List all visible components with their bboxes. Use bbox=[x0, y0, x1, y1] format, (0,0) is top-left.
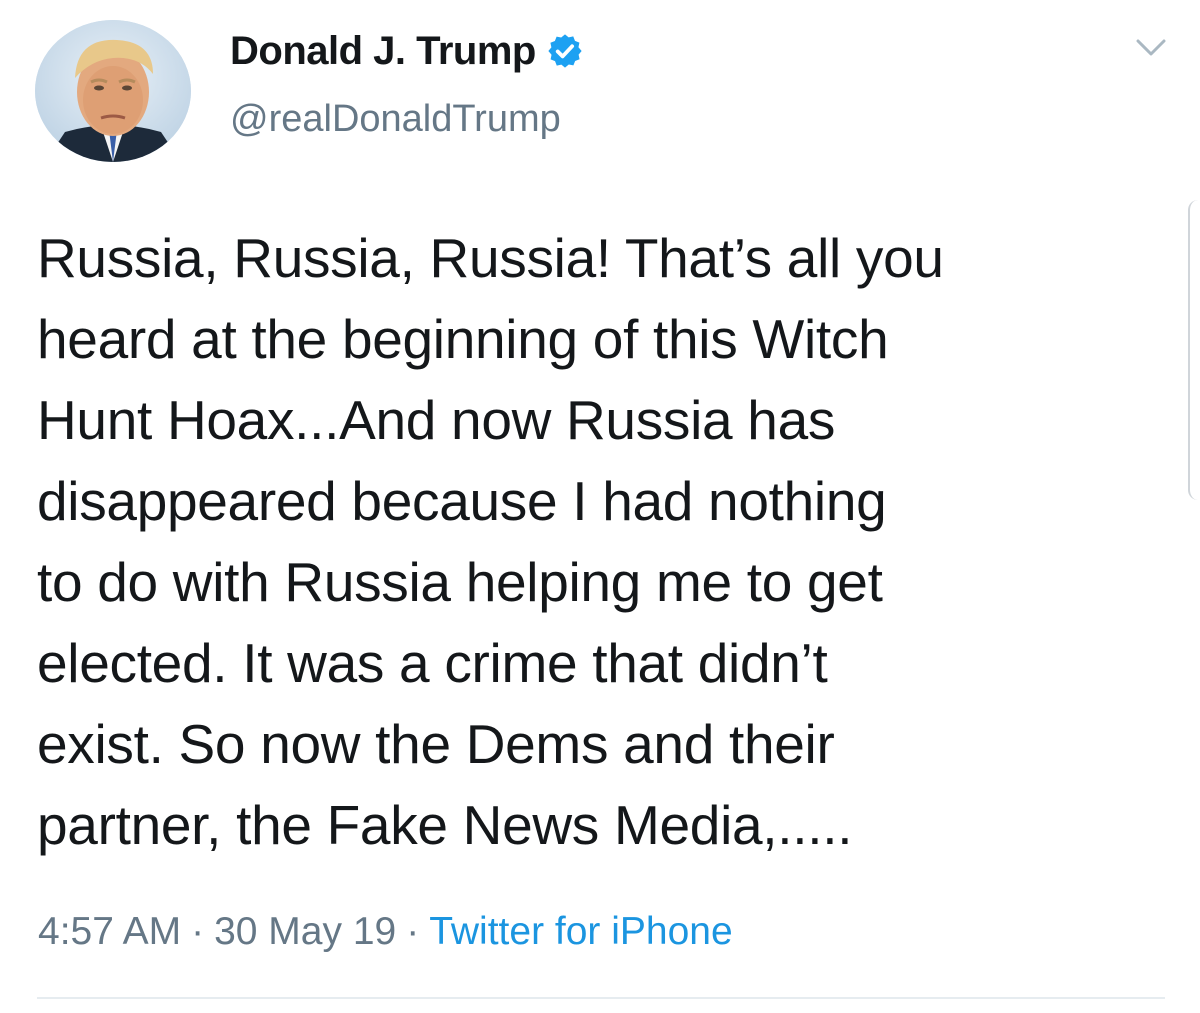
scrollbar[interactable] bbox=[1188, 200, 1200, 500]
meta-separator: · bbox=[191, 910, 205, 953]
profile-photo-icon bbox=[35, 20, 191, 162]
tweet-source-link[interactable]: Twitter for iPhone bbox=[429, 910, 732, 953]
display-name[interactable]: Donald J. Trump bbox=[230, 29, 536, 74]
avatar[interactable] bbox=[35, 20, 191, 162]
tweet-meta: 4:57 AM · 30 May 19 · Twitter for iPhone bbox=[38, 910, 733, 954]
meta-separator: · bbox=[406, 910, 420, 953]
divider bbox=[37, 997, 1165, 999]
tweet-date[interactable]: 30 May 19 bbox=[214, 910, 396, 953]
tweet: Donald J. Trump @realDonaldTrump Russia,… bbox=[0, 0, 1200, 1013]
verified-badge-icon bbox=[546, 32, 584, 70]
user-handle[interactable]: @realDonaldTrump bbox=[230, 98, 561, 141]
author-name-row: Donald J. Trump bbox=[230, 26, 584, 76]
tweet-text: Russia, Russia, Russia! That’s all you h… bbox=[37, 227, 944, 856]
tweet-time[interactable]: 4:57 AM bbox=[38, 910, 181, 953]
chevron-down-icon[interactable] bbox=[1134, 36, 1168, 60]
